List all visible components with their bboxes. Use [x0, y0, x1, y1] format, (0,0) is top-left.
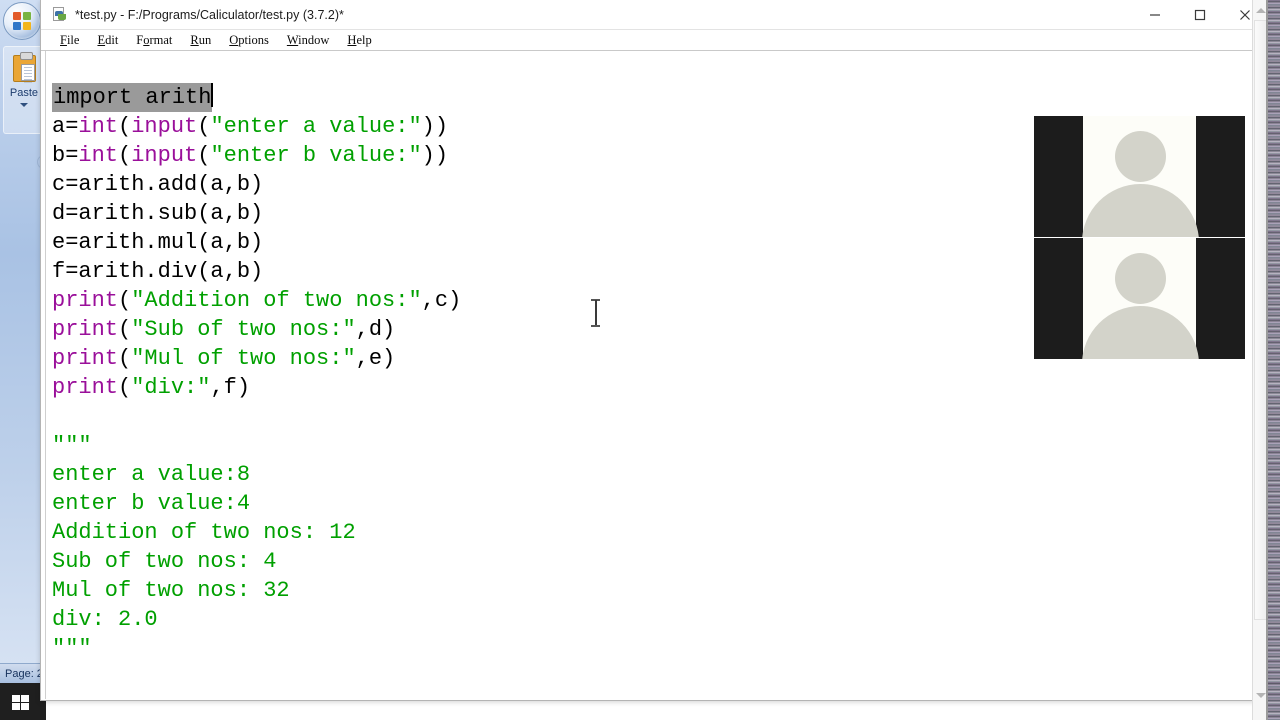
docstring-line[interactable]: enter a value:8 — [52, 460, 1267, 489]
code-token: b= — [52, 143, 79, 168]
code-token: a= — [52, 114, 79, 139]
screen-edge-noise-strip — [1268, 0, 1280, 720]
docstring-line[interactable]: div: 2.0 — [52, 605, 1267, 634]
code-token: ,d) — [355, 317, 396, 342]
code-token: ,c) — [421, 288, 462, 313]
code-token: ( — [118, 346, 132, 371]
clipboard-icon — [13, 52, 36, 83]
code-token-builtin: input — [131, 143, 198, 168]
code-token: ( — [118, 114, 132, 139]
selected-text: import arith — [52, 83, 213, 112]
menu-item-options[interactable]: Options — [220, 33, 278, 48]
clipboard-page-icon — [21, 64, 35, 83]
code-token: ( — [118, 317, 132, 342]
letterbox-bar-left — [1034, 238, 1083, 359]
code-token: )) — [421, 114, 449, 139]
code-token: ( — [118, 375, 132, 400]
letterbox-bar-right — [1196, 238, 1245, 359]
code-token-builtin: print — [52, 375, 119, 400]
code-token: )) — [421, 143, 449, 168]
window-title: *test.py - F:/Programs/Caliculator/test.… — [75, 7, 344, 22]
menu-item-window[interactable]: Window — [278, 33, 339, 48]
docstring-line[interactable]: Mul of two nos: 32 — [52, 576, 1267, 605]
code-token-builtin: int — [78, 114, 119, 139]
menu-item-file[interactable]: File — [51, 33, 88, 48]
menu-item-edit[interactable]: Edit — [88, 33, 127, 48]
code-token: ,f) — [210, 375, 251, 400]
webcam-tile-top[interactable] — [1034, 116, 1245, 237]
menu-item-run[interactable]: Run — [181, 33, 220, 48]
editor-margin-line — [45, 51, 46, 699]
windows-start-icon[interactable] — [12, 695, 30, 711]
window-controls — [1132, 0, 1267, 30]
text-caret — [211, 83, 214, 107]
docstring-line[interactable]: Sub of two nos: 4 — [52, 547, 1267, 576]
code-token-string: "Sub of two nos:" — [131, 317, 356, 342]
text-ibeam-cursor — [591, 299, 600, 327]
person-placeholder-body — [1081, 184, 1199, 237]
code-line[interactable]: print("div:",f) — [52, 373, 1267, 402]
code-line-selected[interactable]: import arith — [52, 83, 1267, 112]
screen-root: Paste Page: 2 *test.py - F:/Programs/Cal… — [0, 0, 1280, 720]
maximize-button[interactable] — [1177, 0, 1222, 30]
menu-item-format[interactable]: Format — [127, 33, 181, 48]
code-token-builtin: print — [52, 346, 119, 371]
window-titlebar[interactable]: *test.py - F:/Programs/Caliculator/test.… — [41, 0, 1267, 30]
docstring-open[interactable]: """ — [52, 431, 1267, 460]
paste-button[interactable]: Paste — [3, 46, 43, 134]
code-line-blank[interactable] — [52, 402, 1267, 431]
office-orb-icon[interactable] — [3, 2, 41, 40]
office-orb-logo — [13, 12, 33, 32]
code-token: ( — [197, 114, 211, 139]
docstring-line[interactable]: enter b value:4 — [52, 489, 1267, 518]
paste-button-label: Paste — [9, 87, 39, 99]
python-file-icon — [52, 6, 68, 23]
code-token-builtin: print — [52, 317, 119, 342]
chevron-down-icon[interactable] — [20, 103, 28, 107]
code-token-builtin: input — [131, 114, 198, 139]
menu-item-help[interactable]: Help — [338, 33, 380, 48]
person-placeholder-body — [1081, 306, 1199, 359]
code-token: ( — [197, 143, 211, 168]
person-placeholder-icon — [1114, 131, 1166, 182]
code-token-string: "enter a value:" — [210, 114, 422, 139]
code-token-string: "Mul of two nos:" — [131, 346, 356, 371]
docstring-line[interactable]: Addition of two nos: 12 — [52, 518, 1267, 547]
webcam-tile-bottom[interactable] — [1034, 238, 1245, 359]
code-token: ,e) — [355, 346, 396, 371]
webcam-overlay — [1034, 116, 1245, 359]
code-token: ( — [118, 143, 132, 168]
code-token-builtin: print — [52, 288, 119, 313]
person-placeholder-icon — [1114, 253, 1166, 304]
code-token-builtin: int — [78, 143, 119, 168]
letterbox-bar-right — [1196, 116, 1245, 237]
code-token-string: "Addition of two nos:" — [131, 288, 422, 313]
code-token-string: "div:" — [131, 375, 211, 400]
letterbox-bar-left — [1034, 116, 1083, 237]
code-token-string: "enter b value:" — [210, 143, 422, 168]
menu-bar: File Edit Format Run Options Window Help — [41, 30, 1267, 51]
code-token: ( — [118, 288, 132, 313]
docstring-close[interactable]: """ — [52, 634, 1267, 663]
minimize-button[interactable] — [1132, 0, 1177, 30]
